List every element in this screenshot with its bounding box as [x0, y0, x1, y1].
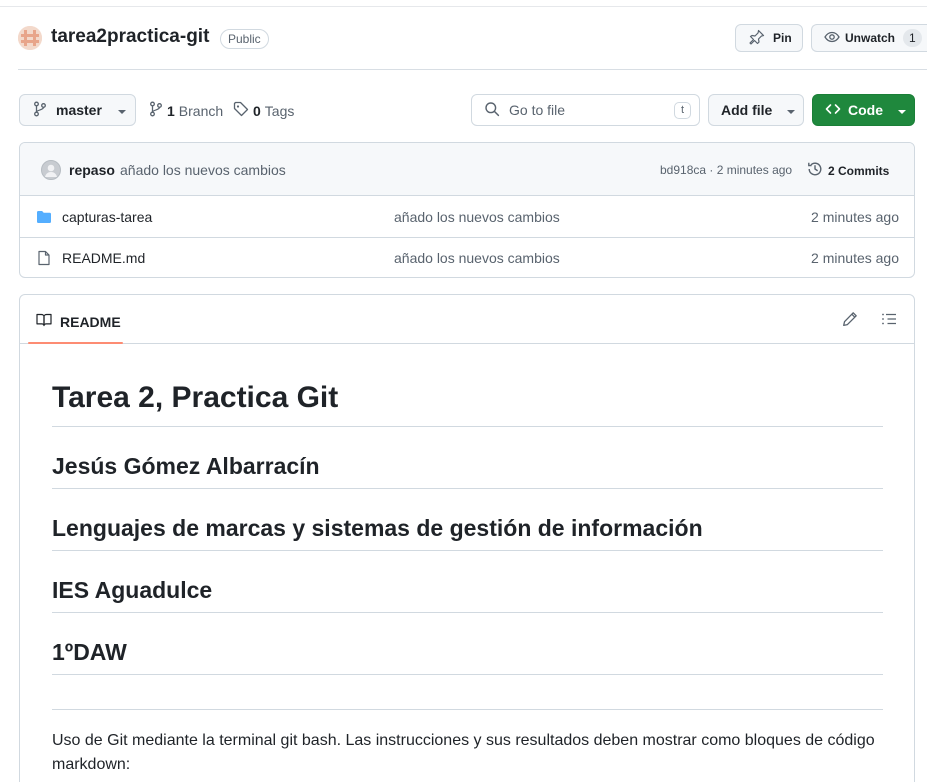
- pin-button[interactable]: Pin: [735, 24, 803, 52]
- search-placeholder: Go to file: [509, 102, 566, 118]
- tag-icon: [233, 101, 249, 120]
- file-browser: repaso añado los nuevos cambios bd918ca …: [19, 142, 915, 278]
- readme-panel: README Tarea 2, Practica Git Jesús Gómez…: [19, 294, 915, 782]
- tag-count-label: Tags: [264, 102, 295, 119]
- unwatch-button[interactable]: Unwatch 1: [811, 24, 927, 52]
- commit-author[interactable]: repaso: [69, 162, 115, 178]
- file-commit-message[interactable]: añado los nuevos cambios: [394, 250, 560, 266]
- heading-divider: [52, 488, 883, 489]
- code-button[interactable]: Code: [812, 94, 915, 126]
- file-commit-time: 2 minutes ago: [811, 209, 899, 225]
- folder-icon: [36, 209, 52, 228]
- table-row[interactable]: capturas-tarea añado los nuevos cambios …: [20, 197, 914, 238]
- list-outline-icon[interactable]: [881, 311, 897, 330]
- file-name-link[interactable]: README.md: [62, 250, 145, 266]
- readme-heading: IES Aguadulce: [52, 577, 213, 603]
- readme-tab-label: README: [60, 313, 121, 330]
- pencil-icon[interactable]: [842, 311, 858, 330]
- branch-count-label: Branch: [178, 102, 224, 119]
- watch-counter: 1: [903, 29, 922, 47]
- heading-divider: [52, 612, 883, 613]
- readme-heading: Jesús Gómez Albarracín: [52, 453, 320, 479]
- readme-header: README: [20, 295, 914, 344]
- file-name-link[interactable]: capturas-tarea: [62, 209, 152, 225]
- branch-count: 1: [167, 102, 175, 119]
- add-file-label: Add file: [721, 102, 773, 118]
- commit-message[interactable]: añado los nuevos cambios: [120, 162, 286, 178]
- pin-icon: [749, 29, 765, 48]
- code-icon: [825, 101, 841, 120]
- code-label: Code: [848, 102, 883, 118]
- readme-title: Tarea 2, Practica Git: [52, 381, 339, 414]
- header-divider: [18, 69, 927, 70]
- commits-history-link[interactable]: 2 Commits: [807, 161, 889, 180]
- commit-hash-time[interactable]: bd918ca · 2 minutes ago: [660, 163, 792, 177]
- heading-divider: [52, 426, 883, 427]
- git-branch-icon: [149, 101, 163, 120]
- tab-readme[interactable]: README: [36, 312, 121, 331]
- repo-name-link[interactable]: tarea2practica-git: [51, 26, 209, 48]
- commit-author-avatar[interactable]: [41, 160, 61, 180]
- latest-commit-bar: repaso añado los nuevos cambios bd918ca …: [20, 143, 914, 196]
- unwatch-label: Unwatch: [845, 31, 896, 45]
- branches-link[interactable]: 1 Branch: [149, 101, 223, 120]
- active-tab-indicator: [28, 342, 123, 344]
- readme-paragraph: Uso de Git mediante la terminal git bash…: [52, 732, 875, 773]
- repo-owner-avatar[interactable]: [18, 26, 42, 50]
- pin-label: Pin: [773, 31, 792, 45]
- add-file-button[interactable]: Add file: [708, 94, 804, 126]
- chevron-down-icon: [897, 102, 907, 118]
- branch-selector[interactable]: master: [19, 94, 136, 126]
- visibility-badge: Public: [220, 29, 269, 49]
- heading-divider: [52, 674, 883, 675]
- keyboard-shortcut-hint: t: [674, 102, 691, 119]
- chevron-down-icon: [786, 102, 796, 118]
- file-icon: [36, 250, 52, 269]
- git-branch-icon: [33, 101, 47, 120]
- horizontal-rule: [52, 709, 883, 710]
- tags-link[interactable]: 0 Tags: [233, 101, 294, 120]
- file-commit-time: 2 minutes ago: [811, 250, 899, 266]
- file-commit-message[interactable]: añado los nuevos cambios: [394, 209, 560, 225]
- history-icon: [807, 161, 823, 180]
- commits-count: 2 Commits: [828, 163, 890, 178]
- top-border: [0, 6, 927, 7]
- table-row[interactable]: README.md añado los nuevos cambios 2 min…: [20, 237, 914, 277]
- go-to-file-input[interactable]: Go to file t: [471, 94, 700, 126]
- heading-divider: [52, 550, 883, 551]
- branch-name: master: [56, 102, 102, 118]
- readme-heading: 1ºDAW: [52, 639, 127, 665]
- search-icon: [484, 101, 500, 120]
- eye-icon: [824, 29, 840, 48]
- repo-header: tarea2practica-git Public Pin Unwatch 1: [18, 24, 927, 54]
- tag-count: 0: [253, 102, 261, 119]
- book-icon: [36, 312, 52, 331]
- readme-heading: Lenguajes de marcas y sistemas de gestió…: [52, 515, 703, 541]
- chevron-down-icon: [117, 102, 127, 118]
